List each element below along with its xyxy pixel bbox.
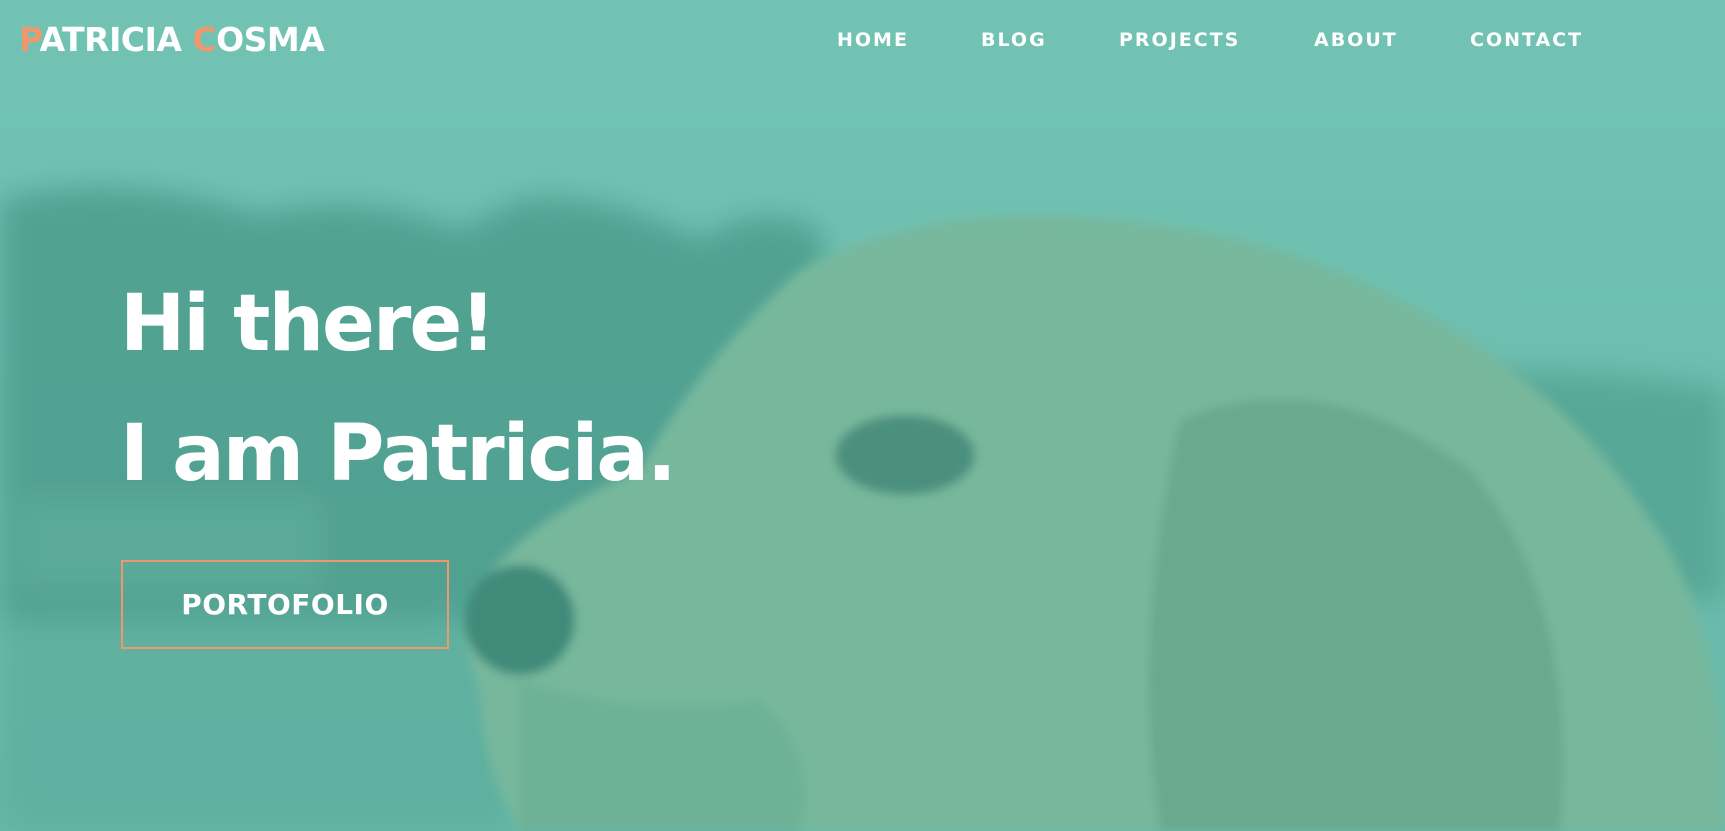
nav-link-home[interactable]: HOME xyxy=(837,26,909,54)
hero-greeting: Hi there! xyxy=(120,279,496,369)
portfolio-button[interactable]: PORTOFOLIO xyxy=(121,560,449,649)
hero-intro: I am Patricia. xyxy=(120,409,677,499)
nav-link-projects[interactable]: PROJECTS xyxy=(1119,26,1240,54)
nav-link-about[interactable]: ABOUT xyxy=(1314,26,1398,54)
main-nav: HOME BLOG PROJECTS ABOUT CONTACT xyxy=(0,26,1725,56)
nav-link-contact[interactable]: CONTACT xyxy=(1470,26,1583,54)
hero-content: Hi there! I am Patricia. xyxy=(120,272,820,506)
hero-section: PATRICIA COSMA HOME BLOG PROJECTS ABOUT … xyxy=(0,0,1725,831)
site-header: PATRICIA COSMA HOME BLOG PROJECTS ABOUT … xyxy=(0,0,1725,80)
nav-link-blog[interactable]: BLOG xyxy=(981,26,1047,54)
